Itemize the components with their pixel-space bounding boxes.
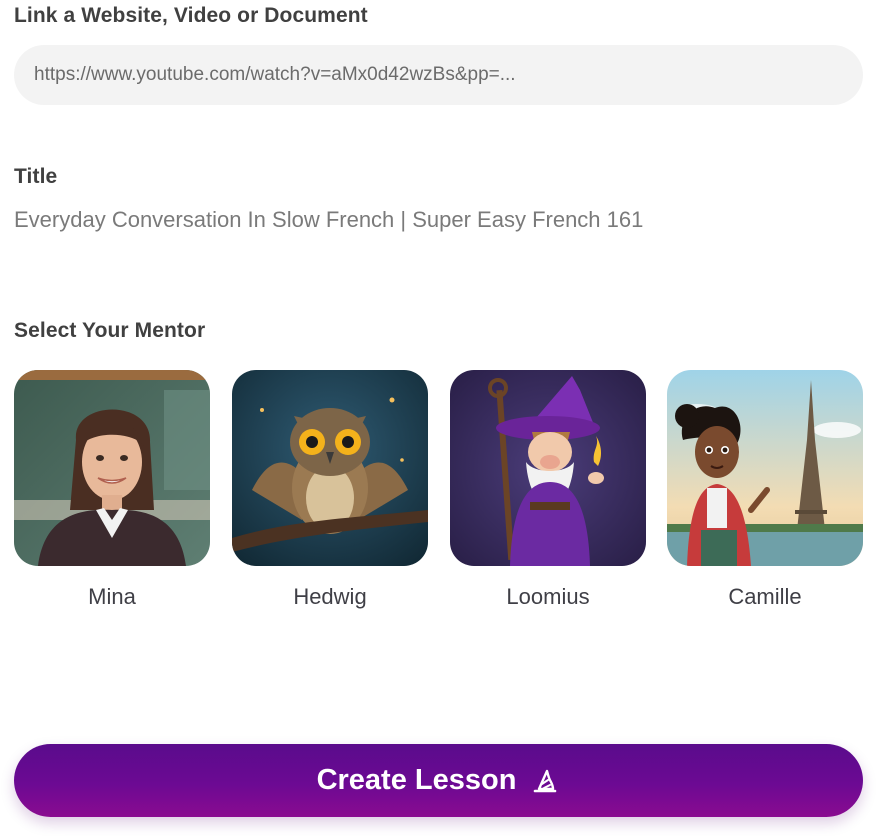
mentor-card-camille[interactable]: Camille <box>667 370 863 610</box>
hedwig-owl-image <box>232 370 428 566</box>
create-lesson-form: Link a Website, Video or Document Title … <box>0 0 877 836</box>
camille-paris-image <box>667 370 863 566</box>
mina-portrait <box>14 370 210 566</box>
title-label: Title <box>14 165 58 188</box>
loomius-wizard-image <box>450 370 646 566</box>
wizard-hat-icon <box>534 769 557 792</box>
mentor-name: Loomius <box>506 584 590 609</box>
create-lesson-button[interactable]: Create Lesson <box>14 744 863 817</box>
mentor-name: Hedwig <box>293 584 367 609</box>
mentor-name: Camille <box>728 584 802 609</box>
create-lesson-label: Create Lesson <box>316 764 517 796</box>
lesson-title-value[interactable]: Everyday Conversation In Slow French | S… <box>14 207 643 233</box>
link-label: Link a Website, Video or Document <box>14 4 368 27</box>
mentor-card-loomius[interactable]: Loomius <box>450 370 646 610</box>
mentor-card-mina[interactable]: Mina <box>14 370 210 610</box>
mentor-name: Mina <box>88 584 136 609</box>
link-url-input[interactable] <box>14 45 863 105</box>
mentor-card-hedwig[interactable]: Hedwig <box>232 370 428 610</box>
mentor-label: Select Your Mentor <box>14 319 206 342</box>
